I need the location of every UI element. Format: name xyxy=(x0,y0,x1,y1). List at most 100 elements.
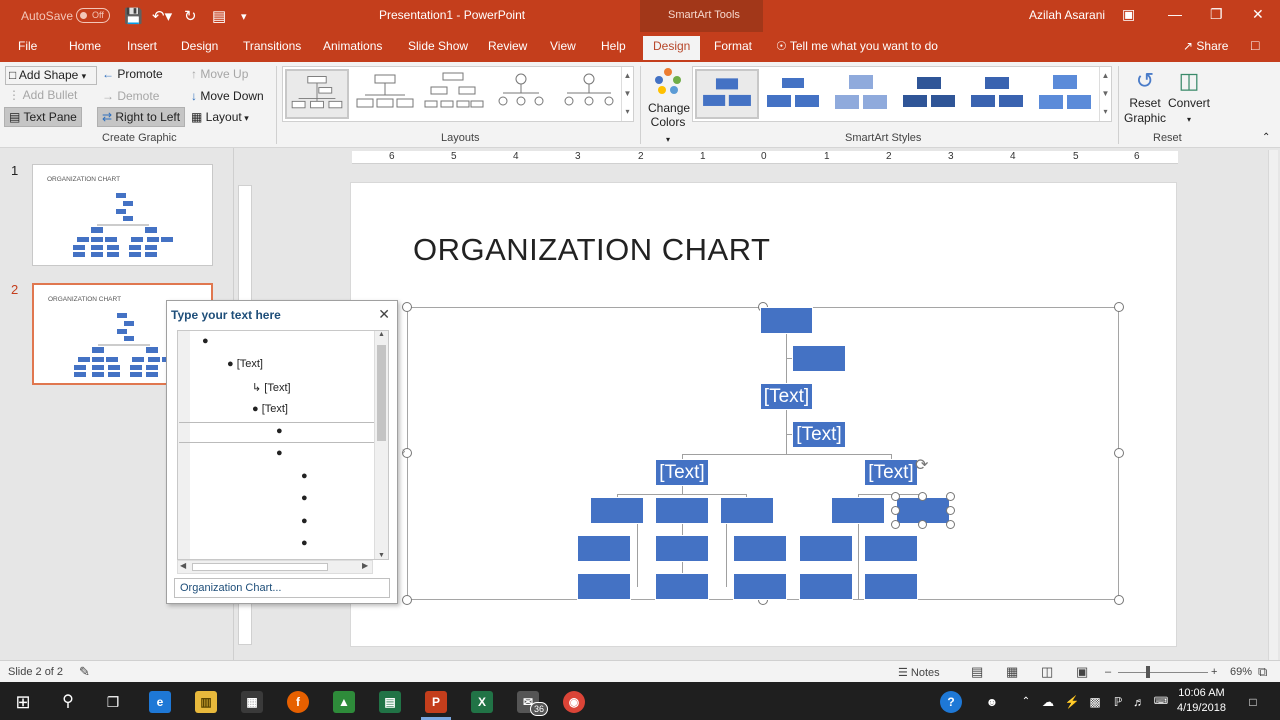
layout-dropdown[interactable]: ▦ Layout ▾ xyxy=(191,110,249,124)
task-view-icon[interactable]: ❐ xyxy=(102,691,124,713)
zoom-in-icon[interactable]: + xyxy=(1211,666,1217,678)
show-hidden-icons-icon[interactable]: ⌃ xyxy=(1015,691,1037,713)
resize-handle[interactable] xyxy=(891,506,900,515)
list-item[interactable]: ● [Text] xyxy=(252,403,288,415)
scroll-up-icon[interactable]: ▲ xyxy=(375,331,388,338)
change-colors-button[interactable]: Change Colors ▾ xyxy=(648,66,690,144)
powerpoint-icon[interactable]: P xyxy=(425,691,447,713)
tab-slide-show[interactable]: Slide Show xyxy=(408,39,468,53)
normal-view-icon[interactable]: ▤ xyxy=(971,664,983,680)
maximize-icon[interactable]: ❐ xyxy=(1210,6,1223,23)
org-box-staff[interactable] xyxy=(799,535,853,562)
security-icon[interactable]: ▩ xyxy=(1084,691,1106,713)
tab-review[interactable]: Review xyxy=(488,39,527,53)
edge-icon[interactable]: e xyxy=(149,691,171,713)
org-box-top[interactable] xyxy=(760,307,813,334)
gallery-scroll[interactable]: ▲ ▼ ▾ xyxy=(621,67,633,121)
tab-design[interactable]: Design xyxy=(181,39,218,53)
scroll-thumb[interactable] xyxy=(377,345,386,441)
tab-smartart-design[interactable]: Design xyxy=(643,36,701,60)
style-thumb-simple-fill[interactable] xyxy=(695,69,759,119)
autosave-toggle[interactable]: Off xyxy=(76,8,110,23)
add-shape-button[interactable]: □ Add Shape ▾ xyxy=(5,66,97,85)
close-icon[interactable]: ✕ xyxy=(378,306,390,323)
org-box-staff[interactable] xyxy=(733,573,787,600)
list-item[interactable]: ↳ [Text] xyxy=(252,381,291,394)
spell-check-icon[interactable]: ✎ xyxy=(79,664,90,680)
close-icon[interactable]: ✕ xyxy=(1252,6,1264,23)
slide-title[interactable]: ORGANIZATION CHART xyxy=(413,232,770,268)
resize-handle[interactable] xyxy=(946,506,955,515)
zoom-slider-thumb[interactable] xyxy=(1146,666,1150,678)
org-box-staff[interactable] xyxy=(655,535,709,562)
tab-animations[interactable]: Animations xyxy=(323,39,382,53)
layout-thumb-hierarchy[interactable] xyxy=(421,69,485,119)
move-down-button[interactable]: ↓ Move Down xyxy=(191,89,264,103)
volume-icon[interactable]: ♬ xyxy=(1128,691,1150,713)
photos-app-icon[interactable]: ▲ xyxy=(333,691,355,713)
tab-view[interactable]: View xyxy=(550,39,576,53)
list-item[interactable]: ● xyxy=(301,537,308,549)
search-icon[interactable]: ⚲ xyxy=(57,691,79,713)
org-box-staff[interactable] xyxy=(590,497,644,524)
undo-icon[interactable]: ↶▾ xyxy=(152,7,172,25)
zoom-slider[interactable] xyxy=(1118,672,1208,673)
gallery-scroll[interactable]: ▲ ▼ ▾ xyxy=(1099,67,1111,121)
scroll-left-icon[interactable]: ◀ xyxy=(180,561,186,570)
resize-handle[interactable] xyxy=(918,492,927,501)
resize-handle[interactable] xyxy=(1114,448,1124,458)
reading-view-icon[interactable]: ◫ xyxy=(1041,664,1053,680)
style-thumb-white-outline[interactable] xyxy=(761,69,825,119)
style-thumb-moderate-effect[interactable] xyxy=(897,69,961,119)
slide-sorter-icon[interactable]: ▦ xyxy=(1006,664,1018,680)
reset-graphic-button[interactable]: ↺ Reset Graphic xyxy=(1123,66,1167,132)
fit-to-window-icon[interactable]: ⧉ xyxy=(1258,664,1267,680)
org-box-left-head[interactable]: [Text] xyxy=(655,459,709,486)
share-button[interactable]: ↗ Share xyxy=(1183,39,1228,53)
style-thumb-polished[interactable] xyxy=(1033,69,1097,119)
chrome-icon[interactable]: ◉ xyxy=(563,691,585,713)
org-box-staff[interactable] xyxy=(733,535,787,562)
org-box-right-head[interactable]: [Text] xyxy=(864,459,918,486)
org-box-staff[interactable] xyxy=(720,497,774,524)
resize-handle[interactable] xyxy=(891,520,900,529)
scroll-down-icon[interactable]: ▼ xyxy=(375,552,388,559)
resize-handle[interactable] xyxy=(402,302,412,312)
resize-handle[interactable] xyxy=(918,520,927,529)
firefox-icon[interactable]: f xyxy=(287,691,309,713)
org-box-staff[interactable] xyxy=(864,535,918,562)
network-icon[interactable]: ℙ xyxy=(1107,691,1129,713)
list-item[interactable]: ● xyxy=(276,447,283,459)
system-clock[interactable]: 10:06 AM 4/19/2018 xyxy=(1177,686,1226,716)
vertical-scrollbar[interactable] xyxy=(1268,150,1278,660)
excel-icon[interactable]: X xyxy=(471,691,493,713)
list-item[interactable]: ● xyxy=(301,515,308,527)
org-box-staff[interactable] xyxy=(577,573,631,600)
add-bullet-button[interactable]: ⋮ Add Bullet xyxy=(8,88,77,102)
tab-insert[interactable]: Insert xyxy=(127,39,157,53)
right-to-left-button[interactable]: ⇄ Right to Left xyxy=(97,107,186,127)
zoom-out-icon[interactable]: – xyxy=(1105,666,1111,678)
text-pane-expand-icon[interactable]: › xyxy=(402,446,405,457)
text-pane-footer-link[interactable]: Organization Chart... xyxy=(174,578,390,598)
resize-handle[interactable] xyxy=(402,595,412,605)
tab-format[interactable]: Format xyxy=(714,39,752,53)
convert-button[interactable]: ◫ Convert ▾ xyxy=(1167,66,1211,132)
org-box-staff[interactable] xyxy=(831,497,885,524)
scroll-right-icon[interactable]: ▶ xyxy=(362,561,368,570)
collapse-ribbon-icon[interactable]: ⌃ xyxy=(1262,132,1270,143)
demote-button[interactable]: → Demote xyxy=(102,89,159,103)
resize-handle[interactable] xyxy=(1114,302,1124,312)
slide-show-icon[interactable]: ▣ xyxy=(1076,664,1088,680)
windows-start-icon[interactable]: ⊞ xyxy=(12,691,34,713)
comments-icon[interactable]: □ xyxy=(1251,37,1259,53)
layout-thumb-circle-picture[interactable] xyxy=(489,69,553,119)
layout-thumb-half-circle[interactable] xyxy=(557,69,621,119)
scroll-thumb[interactable] xyxy=(192,563,328,571)
org-box-staff[interactable] xyxy=(799,573,853,600)
keyboard-icon[interactable]: ⌨ xyxy=(1150,691,1172,713)
resize-handle[interactable] xyxy=(946,492,955,501)
user-name[interactable]: Azilah Asarani xyxy=(1029,8,1105,22)
org-box-staff[interactable] xyxy=(864,573,918,600)
text-pane-list[interactable]: ● ● [Text] ↳ [Text] ● [Text] ● ● ● ● ● ●… xyxy=(177,330,389,560)
